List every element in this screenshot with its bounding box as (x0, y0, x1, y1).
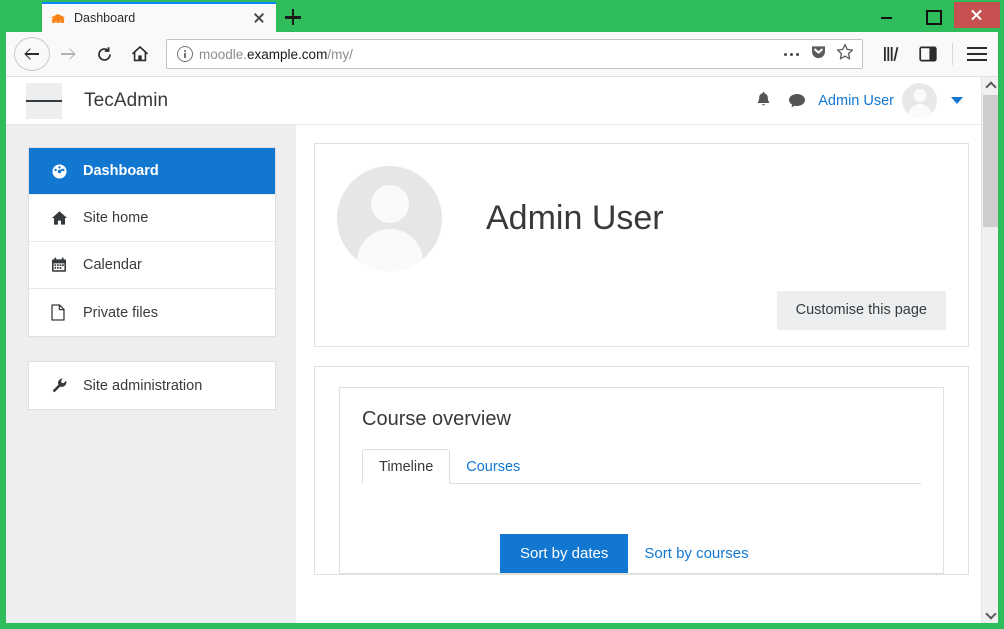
reload-button[interactable] (86, 38, 122, 70)
browser-window: Dashboard moodle.example.com/my/ TecAdmi… (0, 0, 1004, 629)
navbar-username[interactable]: Admin User (818, 93, 894, 109)
nav-group-main: Dashboard Site home Calendar Private fil… (28, 147, 276, 337)
notifications-bell-icon[interactable] (746, 84, 780, 118)
forward-button[interactable] (50, 38, 86, 70)
new-tab-button[interactable] (276, 2, 310, 32)
page-header-actions: Customise this page (337, 291, 946, 330)
url-bar[interactable]: moodle.example.com/my/ (166, 39, 863, 69)
page-title: Admin User (486, 199, 664, 237)
arrow-right-icon (61, 47, 75, 61)
sidebar-item-dashboard[interactable]: Dashboard (29, 148, 275, 195)
tab-courses[interactable]: Courses (450, 450, 536, 484)
profile-row: Admin User (337, 166, 946, 271)
toolbar-right-icons (875, 38, 998, 70)
window-controls (864, 0, 1000, 30)
chevron-down-icon[interactable] (951, 97, 963, 104)
sidebar-item-label: Site administration (83, 377, 203, 394)
toolbar-divider (952, 43, 953, 65)
home-icon (51, 210, 75, 226)
page-scrollbar[interactable] (981, 77, 998, 623)
url-prefix: moodle. (199, 46, 248, 62)
site-body: Dashboard Site home Calendar Private fil… (6, 125, 981, 623)
back-button[interactable] (14, 37, 50, 71)
close-icon[interactable] (250, 9, 268, 27)
course-overview-inner: Course overview Timeline Courses Sort by… (339, 386, 944, 574)
hamburger-icon (962, 45, 992, 63)
nav-drawer: Dashboard Site home Calendar Private fil… (6, 125, 296, 623)
bookmark-star-icon[interactable] (836, 43, 854, 66)
home-button[interactable] (122, 38, 158, 70)
navbar-user-area: Admin User (746, 83, 981, 118)
course-overview-tabs: Timeline Courses (362, 448, 921, 484)
url-domain: example.com (247, 46, 328, 62)
sort-by-dates-button[interactable]: Sort by dates (500, 534, 629, 573)
arrow-left-icon (25, 47, 39, 61)
library-icon[interactable] (875, 38, 909, 70)
main-content: Admin User Customise this page Course ov… (296, 125, 981, 623)
nav-group-admin: Site administration (28, 361, 276, 410)
sidebar-panel-icon[interactable] (911, 38, 945, 70)
sidebar-item-private-files[interactable]: Private files (29, 289, 275, 336)
reload-icon (97, 46, 111, 61)
wrench-icon (51, 377, 75, 394)
messages-icon[interactable] (780, 84, 814, 118)
tachometer-icon (51, 163, 75, 180)
site-info-icon[interactable] (177, 46, 193, 62)
course-overview-card: Course overview Timeline Courses Sort by… (314, 365, 969, 575)
window-maximize-button[interactable] (909, 2, 954, 28)
file-icon (51, 304, 75, 321)
scroll-down-icon[interactable] (982, 606, 998, 623)
site-brand[interactable]: TecAdmin (84, 90, 168, 112)
sidebar-item-label: Dashboard (83, 163, 159, 179)
scrollbar-thumb[interactable] (983, 95, 998, 227)
nav-drawer-toggle-button[interactable] (26, 82, 62, 119)
sort-by-courses-button[interactable]: Sort by courses (644, 545, 748, 562)
calendar-icon (51, 257, 75, 273)
browser-tab[interactable]: Dashboard (42, 2, 276, 32)
sort-controls: Sort by dates Sort by courses (362, 534, 921, 573)
page-actions-icon[interactable] (783, 46, 801, 62)
sidebar-item-label: Private files (83, 304, 158, 321)
course-overview-title: Course overview (362, 407, 511, 430)
url-actions (783, 43, 856, 66)
pocket-icon[interactable] (810, 43, 827, 65)
sidebar-item-label: Site home (83, 210, 149, 226)
avatar (337, 166, 442, 271)
sidebar-item-site-home[interactable]: Site home (29, 195, 275, 242)
sidebar-item-label: Calendar (83, 257, 142, 273)
moodle-logo-icon (50, 10, 66, 26)
tab-timeline[interactable]: Timeline (362, 448, 451, 484)
scroll-up-icon[interactable] (982, 77, 998, 94)
url-path: /my/ (327, 46, 353, 62)
sidebar-item-site-administration[interactable]: Site administration (29, 362, 275, 409)
menu-button[interactable] (960, 38, 994, 70)
browser-toolbar: moodle.example.com/my/ (6, 32, 998, 77)
home-icon (132, 46, 148, 62)
browser-tab-bar: Dashboard (0, 0, 1004, 32)
site-navbar: TecAdmin Admin User (6, 77, 981, 125)
page-viewport: TecAdmin Admin User Dashboard Site home … (6, 77, 998, 623)
customise-this-page-button[interactable]: Customise this page (776, 291, 946, 330)
url-text: moodle.example.com/my/ (199, 47, 783, 62)
page-header-card: Admin User Customise this page (314, 143, 969, 347)
moodle-page: TecAdmin Admin User Dashboard Site home … (6, 77, 981, 623)
browser-tab-title: Dashboard (74, 11, 136, 25)
window-close-button[interactable] (954, 2, 1000, 28)
window-minimize-button[interactable] (864, 2, 909, 28)
sidebar-item-calendar[interactable]: Calendar (29, 242, 275, 289)
navbar-avatar[interactable] (902, 83, 937, 118)
